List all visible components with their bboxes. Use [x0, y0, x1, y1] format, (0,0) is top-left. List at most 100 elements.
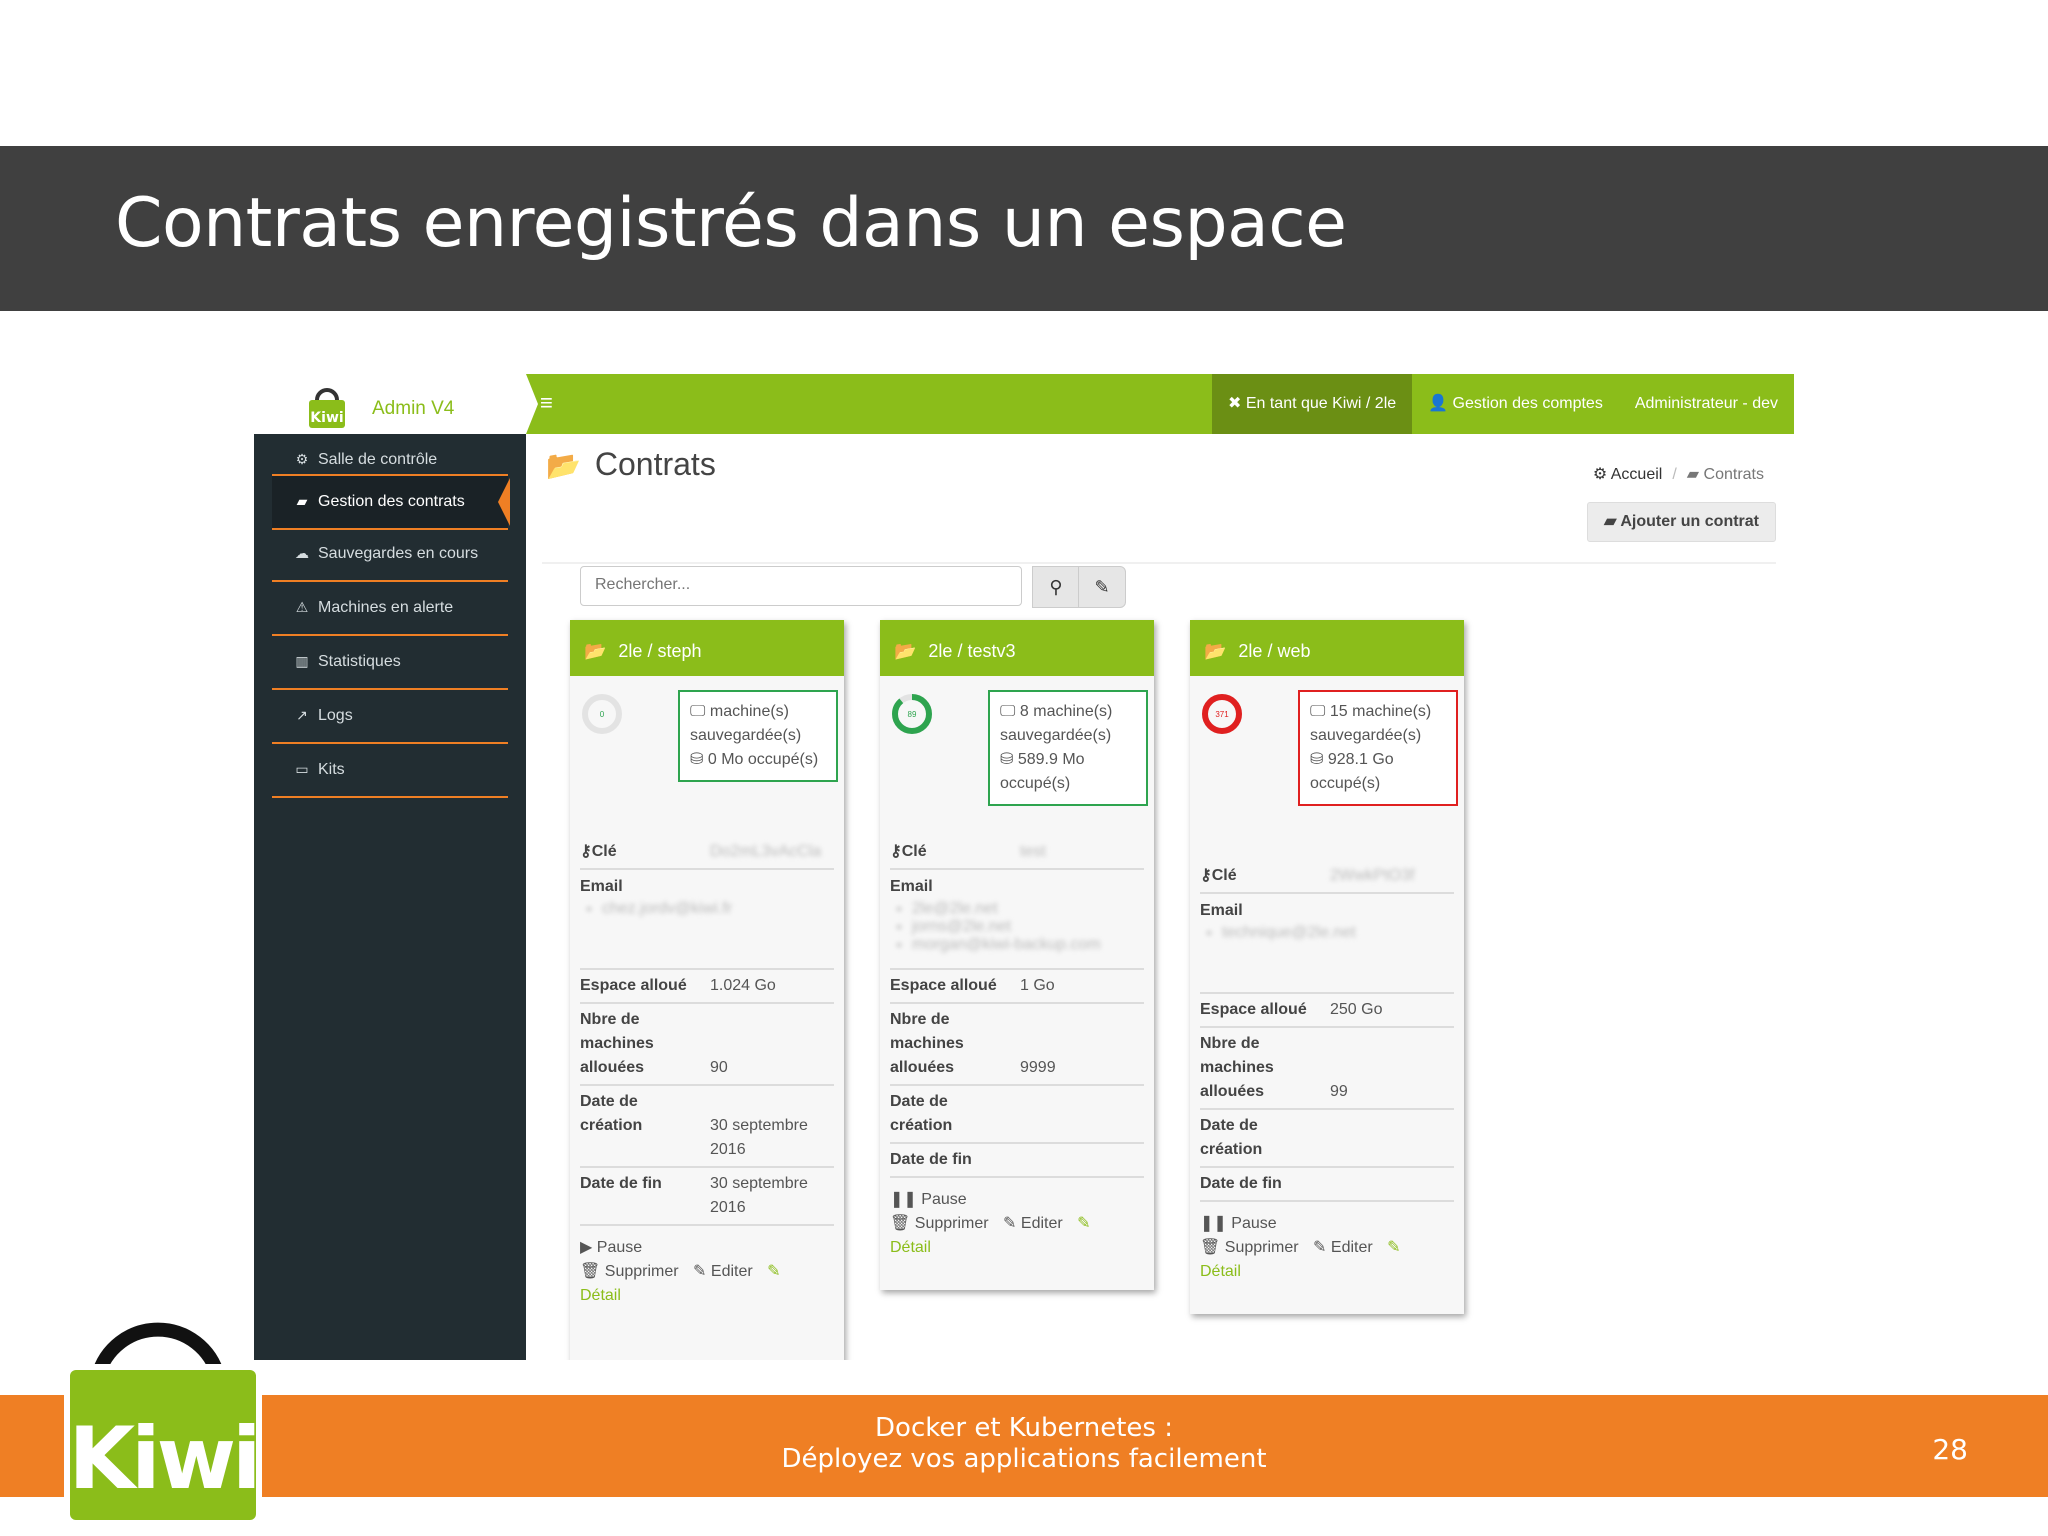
space-value: 1 Go: [1020, 977, 1055, 994]
divider: [542, 562, 1776, 564]
edit-button[interactable]: ✎ Editer: [1313, 1239, 1373, 1256]
sidebar-item-label: Gestion des contrats: [318, 493, 465, 510]
email-item: chez.jordv@kiwi.fr: [602, 900, 834, 918]
pause-button[interactable]: ❚❚ Pause: [890, 1191, 967, 1208]
email-section: Email technique@2le.net: [1200, 894, 1454, 994]
brand-arrow: [526, 374, 538, 434]
search-input[interactable]: [581, 567, 1079, 603]
folder-icon: ▰: [1686, 466, 1704, 483]
footer-line-1: Docker et Kubernetes :: [875, 1413, 1173, 1443]
slide-title-band: Contrats enregistrés dans un espace: [0, 146, 2048, 311]
email-item: morgan@kiwi-backup.com: [912, 936, 1144, 954]
delete-button[interactable]: 🗑 Supprimer: [890, 1215, 989, 1232]
stats-box: 🖵 8 machine(s) sauvegardée(s) ⛁ 589.9 Mo…: [988, 690, 1148, 806]
delete-button[interactable]: 🗑 Supprimer: [1200, 1239, 1299, 1256]
top-navbar: ≡ ✖ En tant que Kiwi / 2le 👤 Gestion des…: [526, 374, 1794, 434]
impersonate-button[interactable]: ✖ En tant que Kiwi / 2le: [1211, 374, 1413, 434]
search-box: [580, 566, 1079, 606]
monitor-icon: 🖵: [1310, 703, 1330, 720]
contract-card: 📂 2le / web 371 🖵 15 machine(s) sauvegard…: [1190, 620, 1464, 1314]
add-contract-button[interactable]: ▰ Ajouter un contrat: [1587, 502, 1776, 542]
sidebar-item-contracts[interactable]: ▰ Gestion des contrats: [272, 474, 510, 530]
pause-icon: ❚❚: [890, 1191, 917, 1208]
key-row: ⚷Clé Do2mL3vAcCla: [580, 836, 834, 870]
end-value: [1020, 1148, 1144, 1172]
sidebar-item-kits[interactable]: ▭ Kits: [272, 744, 508, 798]
detail-icon[interactable]: ✎: [1387, 1239, 1400, 1256]
sidebar: ⚙ Salle de contrôle ▰ Gestion des contrats…: [254, 434, 526, 1360]
accounts-label: Gestion des comptes: [1452, 395, 1603, 412]
key-row: ⚷Clé test: [890, 836, 1144, 870]
machines-row: Nbre de machines allouées 90: [580, 1004, 834, 1086]
end-label: Date de fin: [580, 1175, 662, 1192]
breadcrumb-home[interactable]: Accueil: [1611, 466, 1663, 483]
page-title-text: Contrats: [594, 446, 716, 482]
card-body: ⚷Clé 2WwkPtO3f Email technique@2le.net Es…: [1200, 860, 1454, 1284]
hamburger-icon[interactable]: ≡: [540, 390, 553, 416]
email-item: 2le@2le.net: [912, 900, 1144, 918]
storage-value: 928.1 Go: [1327, 751, 1394, 768]
detail-icon[interactable]: ✎: [767, 1263, 780, 1280]
card-header[interactable]: 📂 2le / testv3: [880, 620, 1154, 676]
sidebar-item-label: Salle de contrôle: [318, 451, 438, 468]
svg-text:0: 0: [600, 710, 605, 719]
machines-label-3: allouées: [580, 1059, 645, 1076]
top-nav-right: ✖ En tant que Kiwi / 2le 👤 Gestion des c…: [1211, 374, 1794, 434]
eraser-icon: ✎: [1094, 577, 1110, 597]
line-chart-icon: ↗: [296, 707, 308, 723]
sidebar-item-logs[interactable]: ↗ Logs: [272, 690, 508, 744]
detail-link[interactable]: Détail: [1200, 1263, 1241, 1280]
close-icon: ✖: [1227, 395, 1246, 412]
space-row: Espace alloué 250 Go: [1200, 994, 1454, 1028]
created-row: Date de création 30 septembre 2016: [580, 1086, 834, 1168]
machines-label-2: machines: [890, 1035, 964, 1052]
sidebar-item-alerts[interactable]: ⚠ Machines en alerte: [272, 582, 508, 636]
occupied-label: occupé(s): [747, 751, 819, 768]
brand[interactable]: Kiwi Admin V4: [254, 374, 526, 434]
machines-label-1: Nbre de: [1200, 1035, 1260, 1052]
sidebar-item-backups[interactable]: ☁ Sauvegardes en cours: [272, 528, 508, 582]
kiwi-logo-icon: Kiwi: [309, 388, 345, 428]
sidebar-item-label: Kits: [318, 761, 345, 778]
page-number: 28: [1932, 1433, 1968, 1466]
delete-button[interactable]: 🗑 Supprimer: [580, 1263, 679, 1280]
pause-button[interactable]: ▶ Pause: [580, 1239, 642, 1256]
detail-link[interactable]: Détail: [890, 1239, 931, 1256]
pause-label: Pause: [921, 1191, 967, 1208]
accounts-menu[interactable]: 👤 Gestion des comptes: [1412, 374, 1619, 434]
key-label: Clé: [901, 843, 927, 860]
page-title: 📂 Contrats: [546, 446, 716, 483]
clear-search-button[interactable]: ✎: [1078, 566, 1126, 608]
card-header[interactable]: 📂 2le / steph: [570, 620, 844, 676]
card-header[interactable]: 📂 2le / web: [1190, 620, 1464, 676]
user-menu-label: Administrateur - dev: [1634, 395, 1778, 412]
folder-open-icon: ▰: [1604, 513, 1621, 530]
sidebar-item-stats[interactable]: ▥ Statistiques: [272, 636, 508, 690]
svg-text:Kiwi: Kiwi: [68, 1409, 257, 1509]
edit-label: Editer: [710, 1263, 753, 1280]
occupied-label: occupé(s): [1000, 775, 1071, 792]
play-icon: ▶: [580, 1239, 593, 1256]
key-icon: ⚷: [890, 843, 902, 860]
card-actions: ▶ Pause 🗑 Supprimer ✎ Editer ✎ Détail: [580, 1226, 834, 1308]
pause-button[interactable]: ❚❚ Pause: [1200, 1215, 1277, 1232]
edit-button[interactable]: ✎ Editer: [693, 1263, 753, 1280]
email-list: chez.jordv@kiwi.fr: [580, 900, 834, 918]
key-icon: ⚷: [580, 843, 592, 860]
folder-open-icon: 📂: [584, 641, 607, 661]
card-title: 2le / steph: [618, 641, 702, 661]
edit-button[interactable]: ✎ Editer: [1003, 1215, 1063, 1232]
search-button[interactable]: ⚲: [1032, 566, 1080, 608]
slide-title: Contrats enregistrés dans un espace: [115, 184, 1347, 263]
detail-icon[interactable]: ✎: [1077, 1215, 1090, 1232]
user-menu[interactable]: Administrateur - dev: [1619, 374, 1794, 434]
hdd-icon: ⛁: [1000, 751, 1018, 768]
email-list: 2le@2le.net jorns@2le.net morgan@kiwi-ba…: [890, 900, 1144, 954]
detail-link[interactable]: Détail: [580, 1287, 621, 1304]
edit-icon: ✎: [1003, 1215, 1017, 1232]
delete-label: Supprimer: [1224, 1239, 1299, 1256]
machines-label-2: machines: [1200, 1059, 1274, 1076]
key-row: ⚷Clé 2WwkPtO3f: [1200, 860, 1454, 894]
pause-label: Pause: [1231, 1215, 1277, 1232]
trash-icon: 🗑: [1200, 1239, 1221, 1256]
